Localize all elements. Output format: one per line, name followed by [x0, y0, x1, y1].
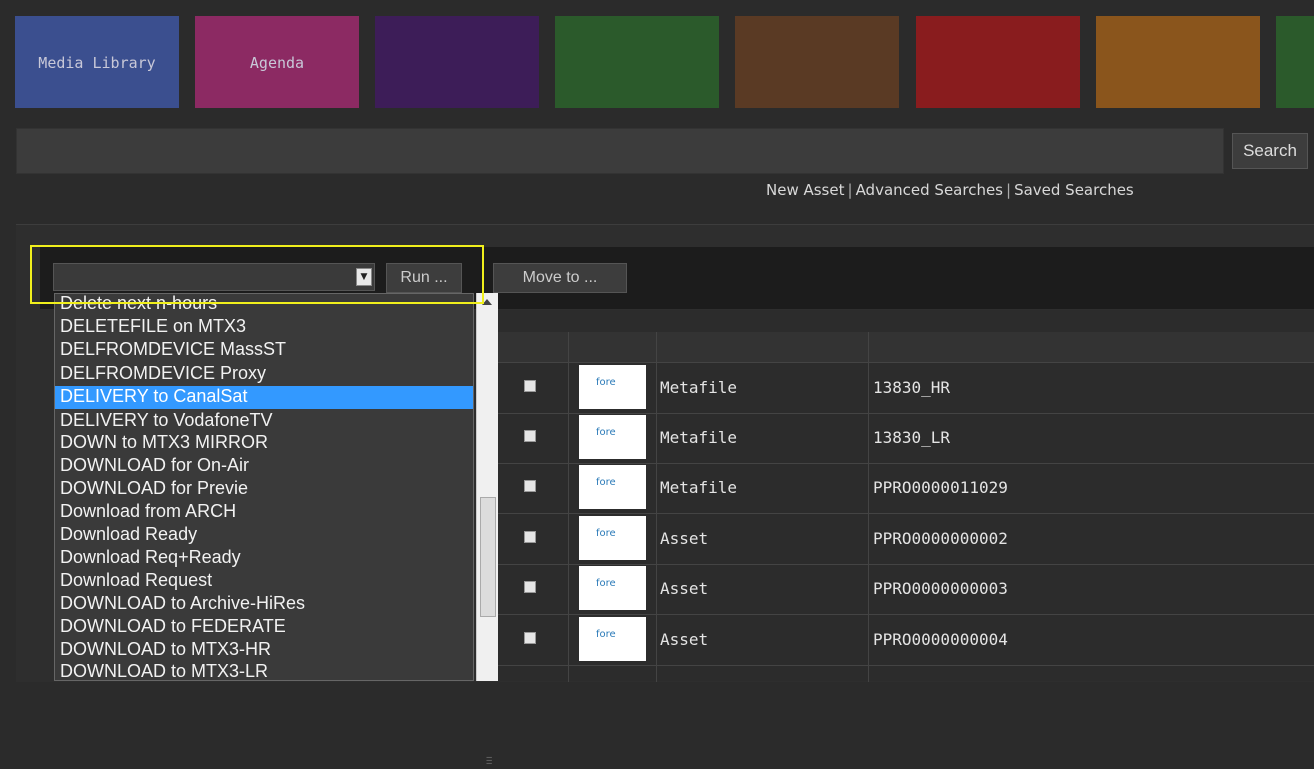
highlight-box: [30, 245, 484, 304]
action-links: New Asset | Advanced Searches | Saved Search…: [766, 181, 1134, 199]
grip-icon: ‒ ‒ ‒: [486, 752, 493, 769]
saved-searches-link[interactable]: Saved Searches: [1014, 181, 1134, 199]
dropdown-option[interactable]: DOWNLOAD to Archive-HiRes: [55, 593, 473, 616]
thumbnail[interactable]: fore: [579, 566, 646, 610]
link-separator: |: [1006, 181, 1012, 199]
nav-tile-label: Agenda: [249, 54, 305, 72]
row-type: Asset: [660, 529, 709, 548]
row-type: Asset: [660, 579, 709, 598]
thumbnail[interactable]: fore: [579, 617, 646, 661]
nav-tile-5[interactable]: [735, 16, 899, 108]
dropdown-option[interactable]: DOWNLOAD to MTX3-HR: [55, 639, 473, 662]
thumbnail[interactable]: fore: [579, 516, 646, 560]
logo-icon: fore: [596, 427, 616, 438]
dropdown-option[interactable]: DOWNLOAD for On-Air: [55, 455, 473, 478]
table-row[interactable]: fore Asset PPRO0000000004: [498, 615, 1314, 666]
nav-tile-agenda[interactable]: Agenda: [195, 16, 359, 108]
dropdown-option[interactable]: DELFROMDEVICE Proxy: [55, 363, 473, 386]
row-checkbox[interactable]: [524, 632, 536, 644]
results-table: fore Metafile 13830_HR fore Metafile 138…: [498, 310, 1314, 682]
thumbnail[interactable]: fore: [579, 415, 646, 459]
table-row[interactable]: fore Metafile 13830_HR: [498, 363, 1314, 414]
row-name: PPRO0000000003: [873, 579, 1008, 598]
link-separator: |: [847, 181, 853, 199]
action-dropdown-list[interactable]: Delete next n-hours DELETEFILE on MTX3 D…: [54, 293, 474, 681]
dropdown-option[interactable]: DOWNLOAD to FEDERATE: [55, 616, 473, 639]
dropdown-option[interactable]: Download Req+Ready: [55, 547, 473, 570]
row-name: PPRO0000011029: [873, 478, 1008, 497]
nav-tile-3[interactable]: [375, 16, 539, 108]
scrollbar-thumb[interactable]: ‒ ‒ ‒: [480, 497, 496, 769]
row-checkbox[interactable]: [524, 430, 536, 442]
search-button[interactable]: Search: [1232, 133, 1308, 169]
nav-tile-media-library[interactable]: Media Library: [15, 16, 179, 108]
logo-icon: fore: [596, 477, 616, 488]
row-type: Metafile: [660, 378, 738, 397]
table-header: [498, 332, 1314, 363]
row-checkbox[interactable]: [524, 380, 536, 392]
table-row[interactable]: fore Metafile PPRO0000011029: [498, 463, 1314, 514]
table-row[interactable]: fore Asset PPRO0000000002: [498, 514, 1314, 565]
nav-tile-4[interactable]: [555, 16, 719, 108]
nav-tile-8[interactable]: [1276, 16, 1314, 108]
row-checkbox[interactable]: [524, 581, 536, 593]
logo-icon: fore: [596, 578, 616, 589]
table-row[interactable]: fore Metafile 13830_LR: [498, 413, 1314, 464]
thumbnail[interactable]: fore: [579, 465, 646, 509]
dropdown-scrollbar[interactable]: ‒ ‒ ‒: [476, 293, 498, 769]
dropdown-option[interactable]: DOWNLOAD for Previe: [55, 478, 473, 501]
row-name: 13830_HR: [873, 378, 951, 397]
move-to-button[interactable]: Move to ...: [493, 263, 627, 293]
row-type: Metafile: [660, 478, 738, 497]
dropdown-option[interactable]: DOWN to MTX3 MIRROR: [55, 432, 473, 455]
row-type: Metafile: [660, 428, 738, 447]
dropdown-option-selected[interactable]: DELIVERY to CanalSat: [55, 386, 473, 409]
row-name: PPRO0000000004: [873, 630, 1008, 649]
row-type: Asset: [660, 630, 709, 649]
row-name: 13830_LR: [873, 428, 951, 447]
dropdown-option[interactable]: DELFROMDEVICE MassST: [55, 339, 473, 362]
row-name: PPRO0000000002: [873, 529, 1008, 548]
dropdown-option[interactable]: DELIVERY to VodafoneTV: [55, 410, 473, 433]
row-checkbox[interactable]: [524, 531, 536, 543]
row-checkbox[interactable]: [524, 480, 536, 492]
dropdown-option[interactable]: DELETEFILE on MTX3: [55, 316, 473, 339]
nav-tile-label: Media Library: [38, 54, 156, 72]
search-input[interactable]: [16, 128, 1224, 174]
nav-tile-7[interactable]: [1096, 16, 1260, 108]
nav-tile-6[interactable]: [916, 16, 1080, 108]
thumbnail[interactable]: fore: [579, 365, 646, 409]
table-row[interactable]: fore Asset PPRO0000000003: [498, 564, 1314, 615]
advanced-searches-link[interactable]: Advanced Searches: [856, 181, 1003, 199]
logo-icon: fore: [596, 629, 616, 640]
logo-icon: fore: [596, 377, 616, 388]
dropdown-option[interactable]: DOWNLOAD to MTX3-LR: [55, 661, 473, 680]
dropdown-option[interactable]: Download from ARCH: [55, 501, 473, 524]
dropdown-option[interactable]: Download Request: [55, 570, 473, 593]
dropdown-option[interactable]: Download Ready: [55, 524, 473, 547]
logo-icon: fore: [596, 528, 616, 539]
new-asset-link[interactable]: New Asset: [766, 181, 845, 199]
